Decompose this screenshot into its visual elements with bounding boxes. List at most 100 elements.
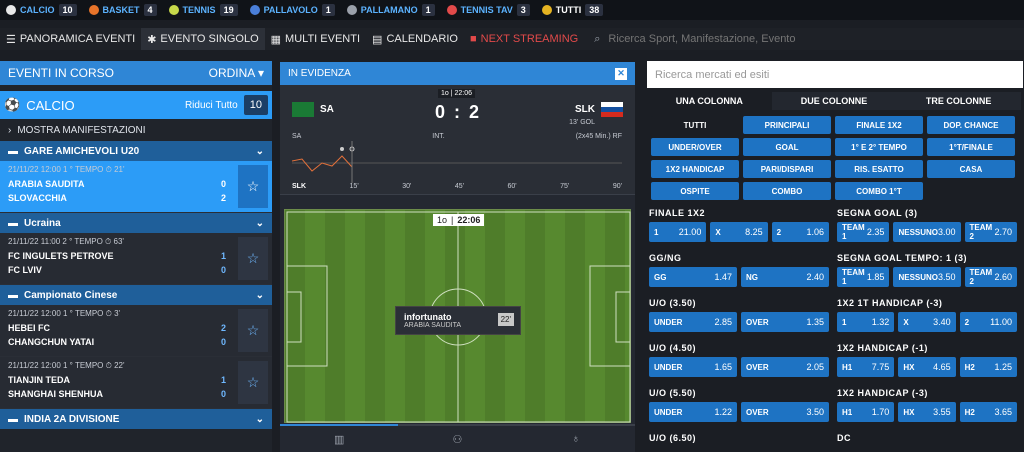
search-input[interactable] xyxy=(608,33,909,45)
sport-tab-tennis-tav[interactable]: TENNIS TAV 3 xyxy=(441,0,536,20)
market-filter-button[interactable]: 1°T/FINALE xyxy=(927,138,1015,156)
sport-ball-icon xyxy=(541,5,552,15)
sport-tab-tutti[interactable]: TUTTI 38 xyxy=(536,0,610,20)
favorite-star-icon[interactable]: ☆ xyxy=(238,165,268,208)
column-option[interactable]: TRE COLONNE xyxy=(896,92,1022,110)
market-filter-button[interactable]: RIS. ESATTO xyxy=(835,160,923,178)
away-score: 0 xyxy=(220,337,226,347)
market-filter-button[interactable]: OSPITE xyxy=(651,182,739,200)
reduce-all-button[interactable]: Riduci Tutto xyxy=(185,100,238,111)
league-header[interactable]: ▬ GARE AMICHEVOLI U20 ⌄ xyxy=(0,141,272,161)
market-filter-button[interactable]: GOAL xyxy=(743,138,831,156)
odds-button[interactable]: OVER 2.05 xyxy=(741,357,829,377)
league-header[interactable]: ▬ Campionato Cinese ⌄ xyxy=(0,285,272,305)
market-filter-button[interactable]: DOP. CHANCE xyxy=(927,116,1015,134)
match-row[interactable]: 21/11/22 12:00 1 ° TEMPO ⏱ 3' HEBEI FC 2 CH… xyxy=(0,305,272,357)
odds-button[interactable]: H1 1.70 xyxy=(837,402,895,422)
market-title: SEGNA GOAL TEMPO: 1 (3) xyxy=(837,253,968,263)
odds-button[interactable]: 1 1.32 xyxy=(837,312,895,332)
odds-button[interactable]: TEAM 1 1.85 xyxy=(837,267,890,287)
tab-lineups[interactable]: ⚇ xyxy=(398,426,516,452)
odds-button[interactable]: TEAM 1 2.35 xyxy=(837,222,890,242)
market-filter-button[interactable]: 1X2 HANDICAP xyxy=(651,160,739,178)
ball-icon: ✱ xyxy=(147,33,157,46)
market-title: FINALE 1X2 xyxy=(649,208,706,218)
match-date: 21/11/22 11:00 2 ° TEMPO ⏱ 63' xyxy=(8,237,226,247)
favorite-star-icon[interactable]: ☆ xyxy=(238,237,268,280)
people-icon: ⚇ xyxy=(452,433,463,446)
market-filter-button[interactable]: COMBO 1°T xyxy=(835,182,923,200)
away-team-row: FC LVIV 0 xyxy=(8,265,226,275)
match-row[interactable]: 21/11/22 12:00 1 ° TEMPO ⏱ 21' ARABIA SAU… xyxy=(0,161,272,213)
odds-button[interactable]: UNDER 1.22 xyxy=(649,402,737,422)
home-team-name: HEBEI FC xyxy=(8,323,51,333)
markets-grid: FINALE 1X2 1 21.00 X 8.25 2 1.06 GG/NG GG 1.47 NG 2… xyxy=(649,204,1024,447)
sport-tab-basket[interactable]: BASKET 4 xyxy=(83,0,163,20)
odds-outcome: 1 xyxy=(842,317,847,327)
sport-ball-icon xyxy=(346,5,357,15)
center-tabs: ▥ ⚇ ♁ xyxy=(280,424,635,452)
market-filter-button[interactable]: TUTTI xyxy=(651,116,739,134)
odds-outcome: X xyxy=(903,317,909,327)
favorite-star-icon[interactable]: ☆ xyxy=(238,361,268,404)
odds-button[interactable]: TEAM 2 2.70 xyxy=(964,222,1017,242)
odds-button[interactable]: GG 1.47 xyxy=(649,267,737,287)
nav-calendario[interactable]: ▤ CALENDARIO xyxy=(366,28,464,50)
sport-tab-pallamano[interactable]: PALLAMANO 1 xyxy=(341,0,441,20)
odds-outcome: UNDER xyxy=(654,407,683,417)
odds-button[interactable]: 2 11.00 xyxy=(959,312,1017,332)
odds-button[interactable]: OVER 1.35 xyxy=(741,312,829,332)
timeline-header: SA INT. (2x45 Min.) RF xyxy=(292,133,622,140)
sport-tab-pallavolo[interactable]: PALLAVOLO 1 xyxy=(244,0,341,20)
market-filter-button[interactable]: FINALE 1X2 xyxy=(835,116,923,134)
odds-button[interactable]: X 3.40 xyxy=(898,312,956,332)
market-search-input[interactable]: Ricerca mercati ed esiti xyxy=(647,61,1023,88)
close-icon[interactable]: ✕ xyxy=(615,67,627,80)
order-dropdown[interactable]: ORDINA ▾ xyxy=(209,66,264,80)
column-option[interactable]: UNA COLONNA xyxy=(647,92,772,110)
league-header[interactable]: ▬ INDIA 2A DIVISIONE ⌄ xyxy=(0,409,272,429)
market-filter-button[interactable]: PRINCIPALI xyxy=(743,116,831,134)
odds-button[interactable]: H2 3.65 xyxy=(959,402,1017,422)
nav-next-streaming[interactable]: ■ NEXT STREAMING xyxy=(464,28,584,50)
odds-button[interactable]: UNDER 2.85 xyxy=(649,312,737,332)
flag-icon: ▬ xyxy=(8,217,18,229)
tab-stats[interactable]: ▥ xyxy=(280,424,399,452)
odds-button[interactable]: H2 1.25 xyxy=(959,357,1017,377)
market-filter-button[interactable]: UNDER/OVER xyxy=(651,138,739,156)
sport-tab-calcio[interactable]: CALCIO 10 xyxy=(0,0,83,20)
odds-outcome: TEAM 1 xyxy=(842,268,865,286)
odds-button[interactable]: HX 4.65 xyxy=(898,357,956,377)
show-leagues-toggle[interactable]: › MOSTRA MANIFESTAZIONI xyxy=(0,119,272,141)
match-row[interactable]: 21/11/22 11:00 2 ° TEMPO ⏱ 63' FC INGULET… xyxy=(0,233,272,285)
match-date: 21/11/22 12:00 1 ° TEMPO ⏱ 21' xyxy=(8,165,226,175)
tab-commentary[interactable]: ♁ xyxy=(517,426,635,452)
odds-button[interactable]: UNDER 1.65 xyxy=(649,357,737,377)
odds-button[interactable]: HX 3.55 xyxy=(898,402,956,422)
live-pitch: 1o | 22:06 infortunato ARABIA SAUDITA 22' xyxy=(284,209,631,423)
odds-button[interactable]: X 8.25 xyxy=(710,222,768,242)
market-filter-button[interactable]: 1° E 2° TEMPO xyxy=(835,138,923,156)
nav-multi-eventi[interactable]: ▦ MULTI EVENTI xyxy=(265,28,366,50)
market-filter-button[interactable]: COMBO xyxy=(743,182,831,200)
nav-panoramica[interactable]: ☰ PANORAMICA EVENTI xyxy=(0,28,141,50)
sport-header-calcio[interactable]: ⚽ CALCIO Riduci Tutto 10 xyxy=(0,91,272,119)
market-filter-button[interactable]: PARI/DISPARI xyxy=(743,160,831,178)
sport-tab-tennis[interactable]: TENNIS 19 xyxy=(163,0,244,20)
favorite-star-icon[interactable]: ☆ xyxy=(238,309,268,352)
odds-button[interactable]: NG 2.40 xyxy=(741,267,829,287)
odds-button[interactable]: NESSUNO 3.50 xyxy=(893,267,961,287)
markets-col-left: FINALE 1X2 1 21.00 X 8.25 2 1.06 GG/NG GG 1.47 NG 2… xyxy=(649,204,829,447)
nav-evento-singolo[interactable]: ✱ EVENTO SINGOLO xyxy=(141,28,265,50)
odds-button[interactable]: NESSUNO 3.00 xyxy=(893,222,961,242)
odds-button[interactable]: H1 7.75 xyxy=(837,357,895,377)
odds-outcome: OVER xyxy=(746,317,769,327)
odds-button[interactable]: 2 1.06 xyxy=(771,222,829,242)
match-row[interactable]: 21/11/22 12:00 1 ° TEMPO ⏱ 22' TIANJIN TE… xyxy=(0,357,272,409)
league-header[interactable]: ▬ Ucraina ⌄ xyxy=(0,213,272,233)
odds-button[interactable]: OVER 3.50 xyxy=(741,402,829,422)
column-option[interactable]: DUE COLONNE xyxy=(771,92,897,110)
market-filter-button[interactable]: CASA xyxy=(927,160,1015,178)
odds-button[interactable]: TEAM 2 2.60 xyxy=(964,267,1017,287)
odds-button[interactable]: 1 21.00 xyxy=(649,222,707,242)
